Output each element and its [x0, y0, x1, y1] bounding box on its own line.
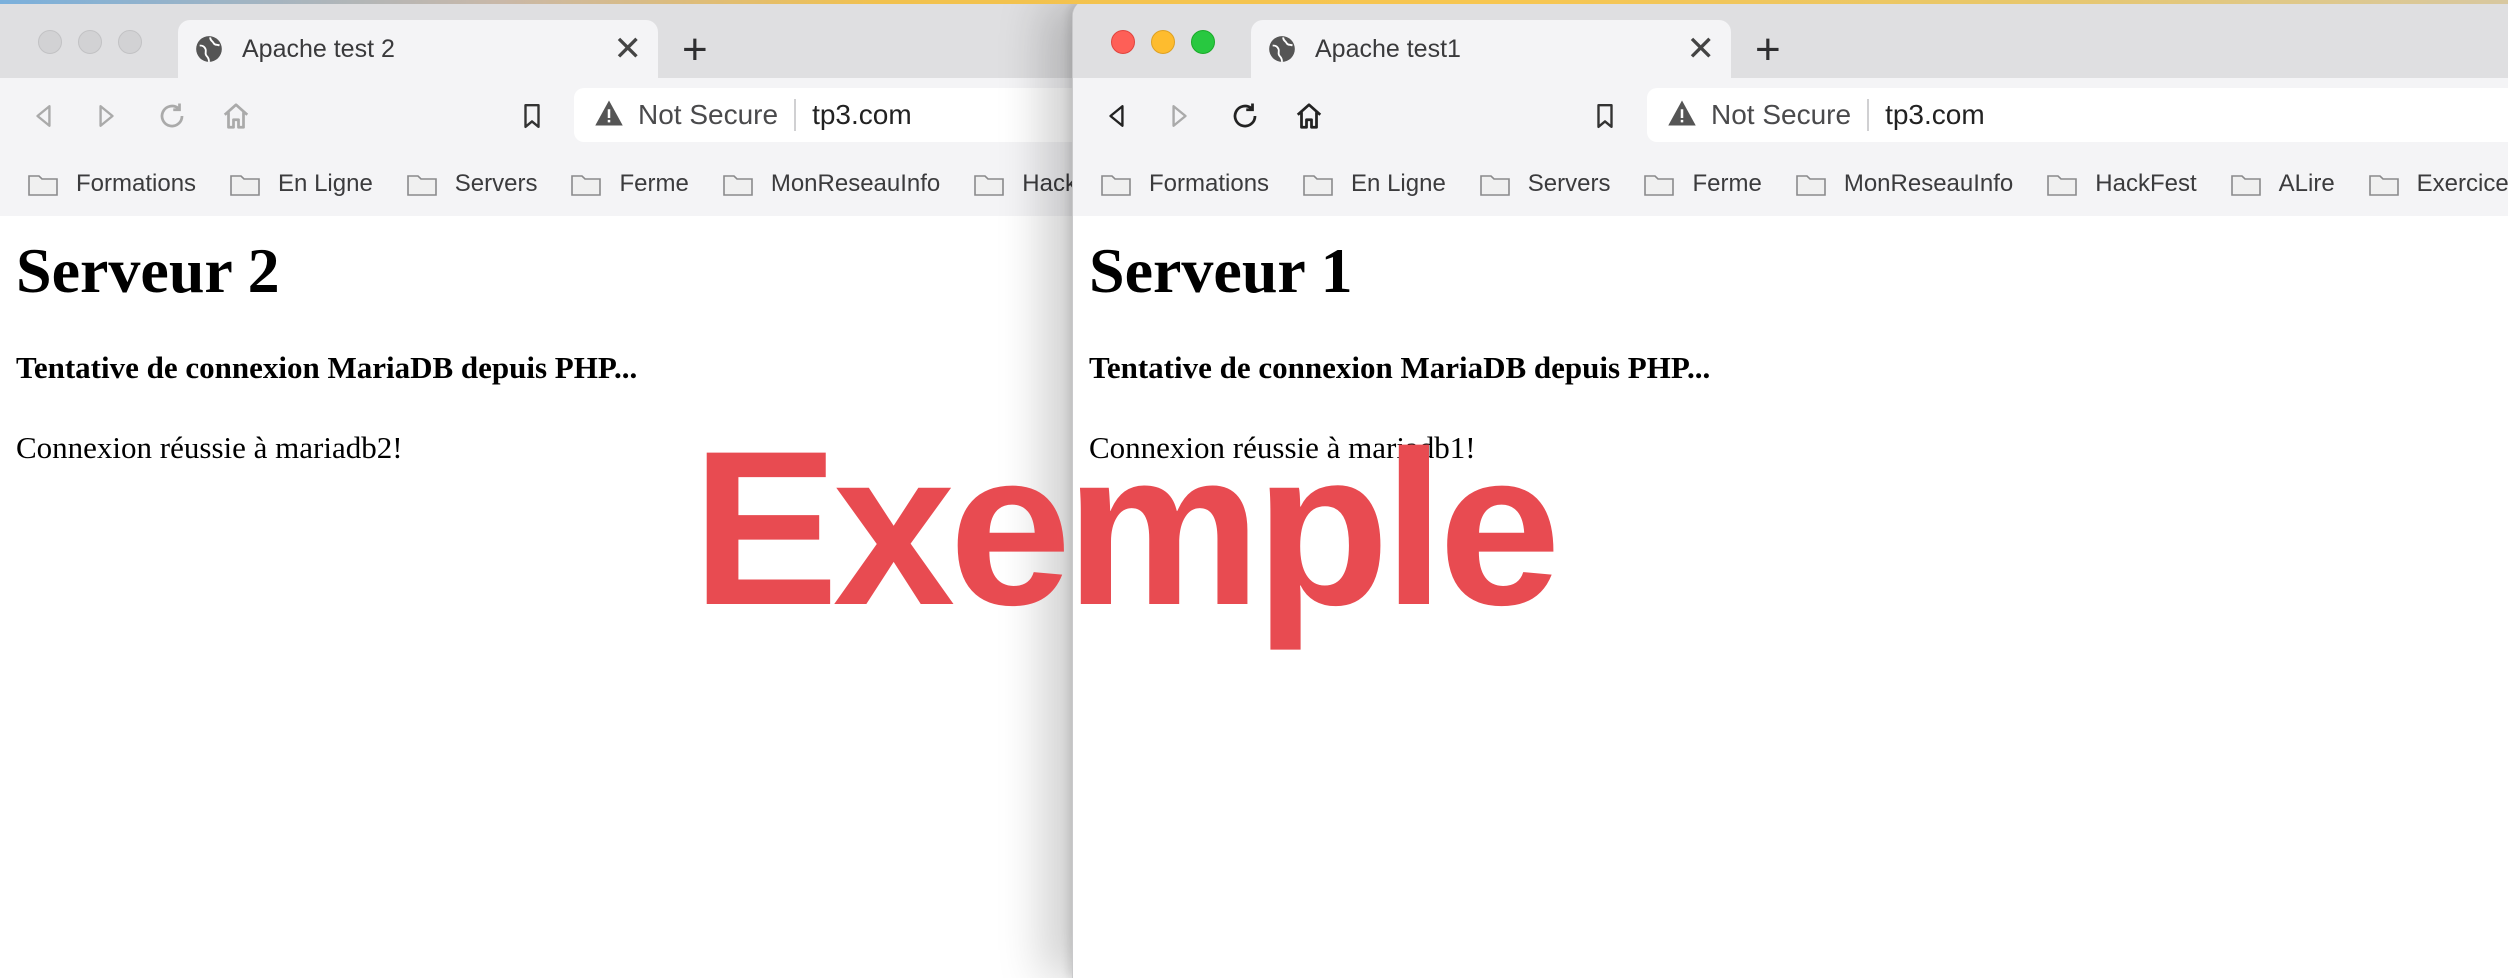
- bookmark-folder[interactable]: Servers: [1479, 170, 1611, 198]
- home-icon[interactable]: [220, 100, 252, 132]
- folder-icon: [1101, 175, 1131, 196]
- connection-message: Connexion réussie à mariadb1!: [1089, 430, 1476, 465]
- folder-icon: [723, 175, 753, 196]
- browser-window-right: Apache test1 ✕ + Not Secure tp3.com Form…: [1072, 0, 2508, 978]
- folder-icon: [28, 175, 58, 196]
- bookmark-folder[interactable]: HackFest: [2047, 170, 2197, 198]
- globe-icon: [194, 34, 224, 64]
- new-tab-button[interactable]: +: [1755, 28, 1781, 72]
- minimize-window-button[interactable]: [1151, 30, 1175, 54]
- bookmark-folder[interactable]: Formations: [28, 170, 196, 198]
- page-subheading: Tentative de connexion MariaDB depuis PH…: [16, 350, 638, 385]
- connection-message: Connexion réussie à mariadb2!: [16, 430, 403, 465]
- bookmark-label: MonReseauInfo: [770, 170, 941, 197]
- tab-apache-test-2[interactable]: Apache test 2 ✕: [178, 20, 658, 78]
- not-secure-label[interactable]: Not Secure: [1711, 99, 1851, 131]
- address-separator: [1867, 99, 1870, 131]
- forward-arrow-icon[interactable]: [1163, 100, 1195, 132]
- bookmark-folder[interactable]: Ferme: [1644, 170, 1762, 198]
- folder-icon: [2230, 175, 2261, 196]
- new-tab-button[interactable]: +: [682, 28, 708, 72]
- folder-icon: [1479, 175, 1510, 196]
- bookmark-folder[interactable]: Exercices: [2368, 170, 2508, 198]
- back-arrow-icon[interactable]: [1101, 100, 1133, 132]
- warning-triangle-icon[interactable]: [1667, 99, 1697, 132]
- window-controls: [1111, 30, 1215, 54]
- bookmark-label: ALire: [2278, 170, 2335, 197]
- toolbar: Not Secure tp3.com: [1073, 78, 2508, 152]
- bookmark-icon[interactable]: [516, 100, 548, 132]
- bookmark-label: Ferme: [619, 170, 689, 197]
- bookmark-folder[interactable]: MonReseauInfo: [1796, 170, 2013, 198]
- folder-icon: [1644, 175, 1675, 196]
- bookmark-label: Exercices: [2416, 170, 2508, 197]
- bookmark-label: Ferme: [1692, 170, 1762, 197]
- address-separator: [794, 99, 797, 131]
- bookmark-label: Formations: [76, 170, 197, 197]
- bookmark-icon[interactable]: [1589, 100, 1621, 132]
- url-text[interactable]: tp3.com: [812, 99, 912, 131]
- reload-icon[interactable]: [156, 100, 188, 132]
- bookmark-label: En Ligne: [278, 170, 373, 197]
- browser-chrome: Apache test 2 ✕ + Not Secure tp3.com For…: [0, 0, 1080, 216]
- bookmark-folder[interactable]: Formations: [1101, 170, 1269, 198]
- tab-title: Apache test1: [1315, 34, 1461, 63]
- folder-icon: [2368, 175, 2399, 196]
- desktop-background-strip: [0, 0, 2508, 4]
- zoom-window-button[interactable]: [1191, 30, 1215, 54]
- close-window-button[interactable]: [1111, 30, 1135, 54]
- home-icon[interactable]: [1293, 100, 1325, 132]
- bookmark-label: MonReseauInfo: [1843, 170, 2014, 197]
- bookmarks-bar: Formations En Ligne Servers Ferme MonRes…: [0, 152, 1080, 216]
- globe-icon: [1267, 34, 1297, 64]
- minimize-window-button[interactable]: [78, 30, 102, 54]
- page-heading: Serveur 2: [16, 235, 280, 306]
- close-tab-icon[interactable]: ✕: [1687, 32, 1716, 66]
- tab-apache-test1[interactable]: Apache test1 ✕: [1251, 20, 1731, 78]
- browser-window-left: Apache test 2 ✕ + Not Secure tp3.com For…: [0, 0, 1080, 978]
- reload-icon[interactable]: [1229, 100, 1261, 132]
- url-text[interactable]: tp3.com: [1885, 99, 1985, 131]
- not-secure-label[interactable]: Not Secure: [638, 99, 778, 131]
- folder-icon: [1796, 175, 1826, 196]
- page-heading: Serveur 1: [1089, 235, 1353, 306]
- bookmark-folder[interactable]: MonReseauInfo: [723, 170, 940, 198]
- page-content: Serveur 1 Tentative de connexion MariaDB…: [1073, 216, 2508, 484]
- browser-chrome: Apache test1 ✕ + Not Secure tp3.com Form…: [1073, 0, 2508, 216]
- bookmark-folder[interactable]: Ferme: [571, 170, 689, 198]
- bookmark-label: Formations: [1149, 170, 1270, 197]
- tab-strip: Apache test 2 ✕ +: [0, 0, 1080, 78]
- bookmark-folder[interactable]: Servers: [406, 170, 538, 198]
- tab-strip: Apache test1 ✕ +: [1073, 0, 2508, 78]
- close-window-button[interactable]: [38, 30, 62, 54]
- bookmark-folder[interactable]: En Ligne: [1303, 170, 1446, 198]
- bookmarks-bar: Formations En Ligne Servers Ferme MonRes…: [1073, 152, 2508, 216]
- folder-icon: [974, 175, 1005, 196]
- folder-icon: [1303, 175, 1333, 196]
- bookmark-folder[interactable]: ALire: [2230, 170, 2335, 198]
- back-arrow-icon[interactable]: [28, 100, 60, 132]
- bookmark-label: Servers: [1527, 170, 1611, 197]
- folder-icon: [406, 175, 437, 196]
- toolbar: Not Secure tp3.com: [0, 78, 1080, 152]
- address-bar[interactable]: Not Secure tp3.com: [1647, 88, 2508, 142]
- forward-arrow-icon[interactable]: [90, 100, 122, 132]
- folder-icon: [230, 175, 260, 196]
- zoom-window-button[interactable]: [118, 30, 142, 54]
- bookmark-label: En Ligne: [1351, 170, 1446, 197]
- close-tab-icon[interactable]: ✕: [614, 32, 643, 66]
- bookmark-folder[interactable]: HackFest: [974, 170, 1080, 198]
- bookmark-label: HackFest: [2095, 170, 2197, 197]
- tab-title: Apache test 2: [242, 34, 395, 63]
- window-controls: [38, 30, 142, 54]
- bookmark-folder[interactable]: En Ligne: [230, 170, 373, 198]
- page-subheading: Tentative de connexion MariaDB depuis PH…: [1089, 350, 1711, 385]
- bookmark-label: Servers: [454, 170, 538, 197]
- warning-triangle-icon[interactable]: [594, 99, 624, 132]
- address-bar[interactable]: Not Secure tp3.com: [574, 88, 1080, 142]
- page-content: Serveur 2 Tentative de connexion MariaDB…: [0, 216, 1080, 484]
- folder-icon: [2047, 175, 2078, 196]
- folder-icon: [571, 175, 602, 196]
